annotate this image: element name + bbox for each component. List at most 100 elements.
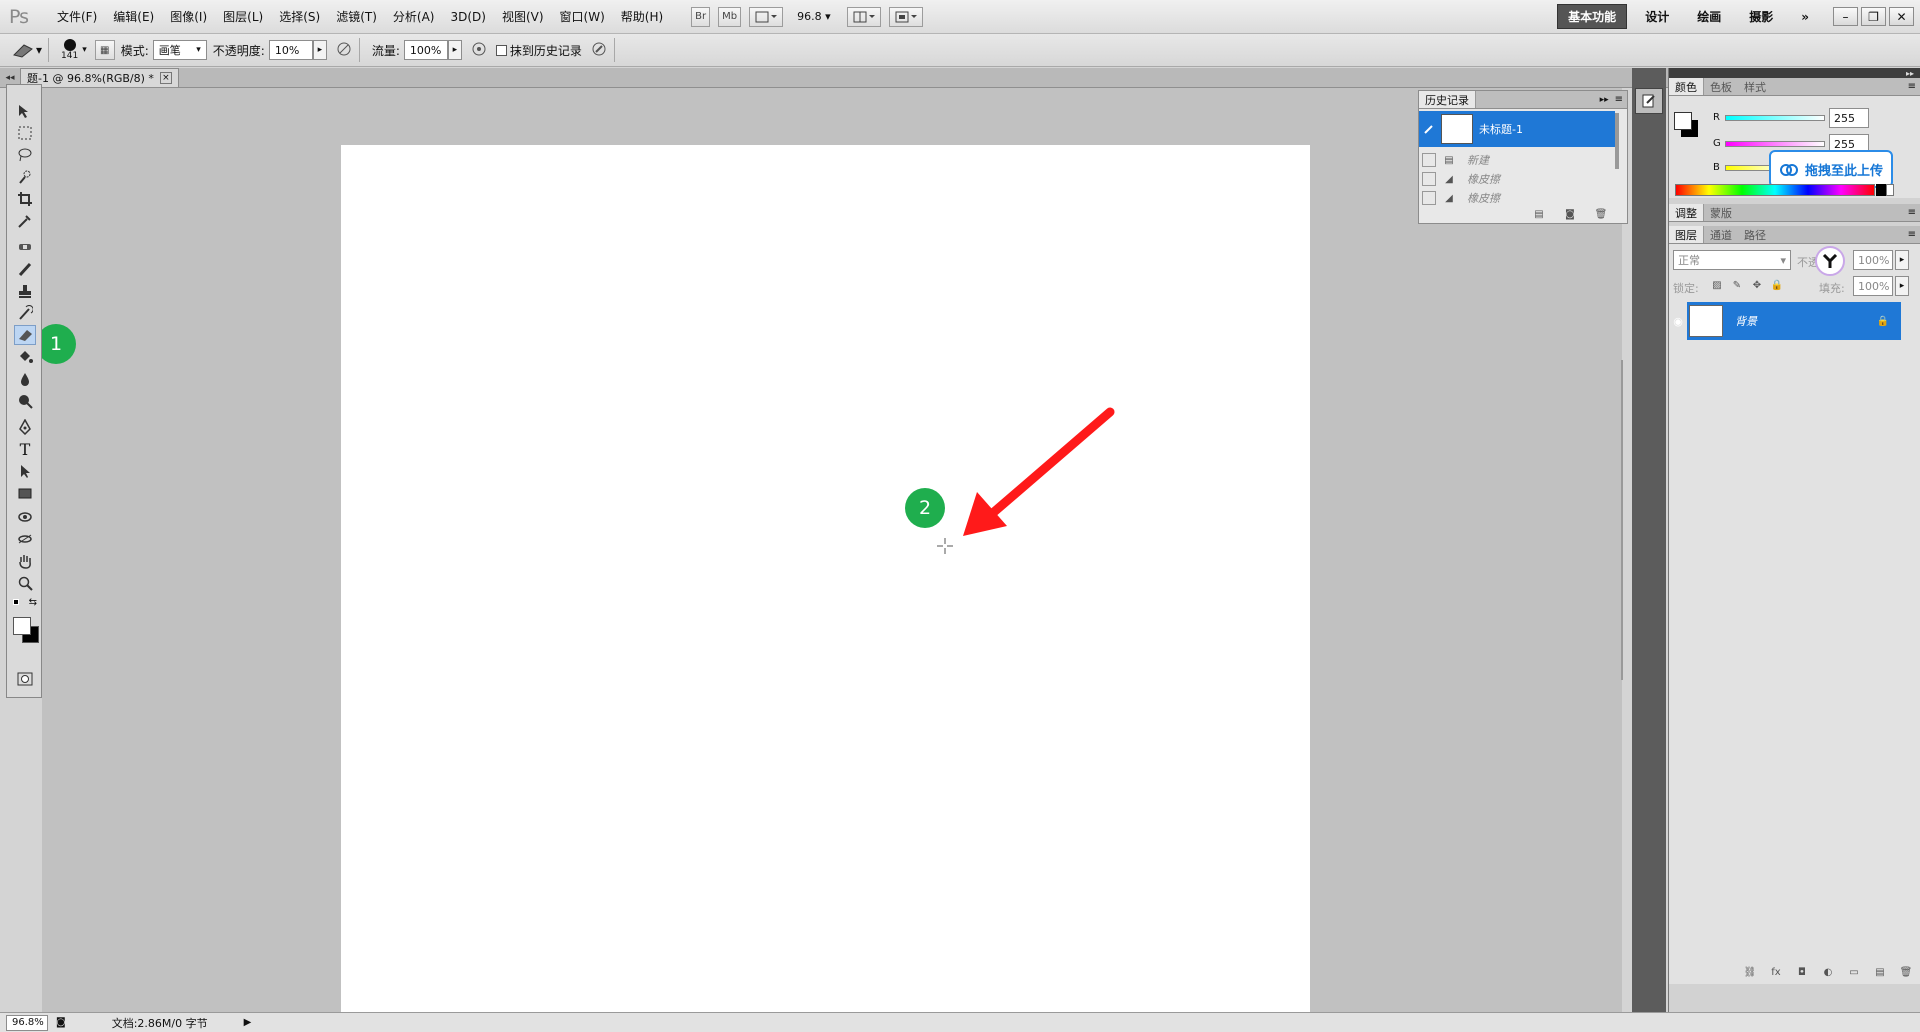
dodge-tool[interactable] — [14, 391, 36, 411]
swap-colors-icon[interactable]: ⇆ — [29, 597, 37, 608]
restore-button[interactable]: ❐ — [1861, 7, 1886, 26]
airbrush-pressure-toggle[interactable] — [335, 40, 353, 61]
move-tool[interactable] — [14, 101, 36, 121]
menu-layer[interactable]: 图层(L) — [215, 0, 271, 34]
lasso-tool[interactable] — [14, 145, 36, 165]
flow-input[interactable]: 100% — [403, 40, 448, 60]
layer-opacity-slider-toggle[interactable]: ▸ — [1895, 250, 1909, 270]
tool-preset-picker[interactable]: ▾ — [10, 41, 42, 59]
history-source-checkbox[interactable] — [1422, 172, 1436, 186]
collapse-toolbox-icon[interactable]: ◂◂ — [0, 73, 20, 83]
opacity-slider-toggle[interactable]: ▸ — [312, 40, 327, 60]
menu-filter[interactable]: 滤镜(T) — [328, 0, 385, 34]
document-tab[interactable]: 题-1 @ 96.8%(RGB/8) * × — [20, 68, 179, 87]
vertical-scrollbar[interactable] — [1621, 360, 1623, 680]
tab-channels[interactable]: 通道 — [1704, 226, 1738, 243]
new-document-from-state-icon[interactable]: ▤ — [1532, 207, 1546, 221]
menu-3d[interactable]: 3D(D) — [442, 0, 493, 34]
marquee-tool[interactable] — [14, 123, 36, 143]
camera-icon[interactable]: ◙ — [1563, 207, 1577, 221]
zoom-level-menu[interactable]: 96.8 ▾ — [797, 10, 831, 23]
channel-r-slider[interactable] — [1725, 115, 1825, 121]
document-canvas[interactable] — [341, 145, 1310, 1014]
blur-tool[interactable] — [14, 369, 36, 389]
tab-adjustments[interactable]: 调整 — [1669, 204, 1704, 221]
paint-bucket-tool[interactable] — [14, 347, 36, 367]
3d-rotate-tool[interactable] — [14, 507, 36, 527]
tab-swatches[interactable]: 色板 — [1704, 78, 1738, 95]
layer-opacity-input[interactable]: 100% — [1853, 250, 1893, 270]
panel-menu-icon[interactable]: ≡ — [1908, 229, 1916, 240]
lock-pixels-icon[interactable]: ✎ — [1730, 278, 1744, 292]
dock-history-button[interactable] — [1635, 88, 1663, 114]
workspace-painting[interactable]: 绘画 — [1687, 5, 1731, 28]
menu-select[interactable]: 选择(S) — [271, 0, 328, 34]
history-source-checkbox[interactable] — [1422, 191, 1436, 205]
type-tool[interactable]: T — [14, 439, 36, 459]
history-source-checkbox[interactable] — [1422, 153, 1436, 167]
zoom-tool[interactable] — [14, 573, 36, 593]
history-snapshot[interactable]: 未标题-1 — [1419, 111, 1615, 147]
quick-mask-button[interactable] — [14, 669, 36, 689]
screen-mode-button[interactable] — [888, 6, 923, 27]
tab-paths[interactable]: 路径 — [1738, 226, 1772, 243]
view-extras-button[interactable] — [749, 6, 784, 27]
close-button[interactable]: ✕ — [1889, 7, 1914, 26]
eyedropper-tool[interactable] — [14, 211, 36, 231]
menu-image[interactable]: 图像(I) — [162, 0, 215, 34]
mode-select[interactable]: 画笔 ▾ — [152, 40, 207, 60]
channel-r-input[interactable]: 255 — [1829, 108, 1869, 128]
erase-history-option[interactable]: 抹到历史记录 — [495, 42, 582, 59]
white-swatch[interactable] — [1886, 184, 1894, 196]
default-colors-icon[interactable] — [13, 599, 19, 605]
menu-view[interactable]: 视图(V) — [494, 0, 552, 34]
airbrush-toggle[interactable] — [470, 40, 488, 61]
tab-history[interactable]: 历史记录 — [1419, 91, 1476, 108]
brush-panel-toggle[interactable]: ▦ — [94, 40, 115, 60]
workspace-essentials[interactable]: 基本功能 — [1557, 4, 1628, 29]
history-state-row[interactable]: ◢ 橡皮擦 — [1419, 189, 1615, 207]
layer-row[interactable]: ◉ 背景 🔒 — [1669, 302, 1901, 340]
eraser-tool[interactable] — [14, 325, 36, 345]
brush-picker-arrow-icon[interactable]: ▾ — [82, 45, 87, 55]
channel-g-slider[interactable] — [1725, 141, 1825, 147]
opacity-input[interactable]: 10% — [268, 40, 313, 60]
status-zoom-input[interactable]: 96.8% — [6, 1014, 48, 1031]
history-brush-source-icon[interactable] — [1419, 123, 1439, 135]
panel-menu-icon[interactable]: ≡ — [1908, 81, 1916, 92]
bridge-button[interactable]: Br — [691, 6, 711, 27]
layer-visibility-toggle[interactable]: ◉ — [1669, 302, 1687, 340]
layer-mask-icon[interactable]: ◘ — [1795, 965, 1809, 979]
workspace-design[interactable]: 设计 — [1635, 5, 1679, 28]
panel-collapse-icon[interactable]: ▸▸ — [1906, 69, 1914, 78]
menu-help[interactable]: 帮助(H) — [613, 0, 671, 34]
fill-slider-toggle[interactable]: ▸ — [1895, 276, 1909, 296]
history-scrollbar[interactable] — [1615, 113, 1619, 169]
layer-style-icon[interactable]: fx — [1769, 965, 1783, 979]
color-spectrum-bar[interactable] — [1675, 184, 1875, 196]
mini-bridge-button[interactable]: Mb — [718, 6, 742, 27]
hand-tool[interactable] — [14, 551, 36, 571]
brush-tool[interactable] — [14, 259, 36, 279]
foreground-color-box[interactable] — [1674, 112, 1692, 130]
new-group-icon[interactable]: ▭ — [1847, 965, 1861, 979]
trash-icon[interactable]: 🗑 — [1594, 207, 1608, 221]
panel-collapse-icon[interactable]: ▸▸ — [1600, 95, 1609, 105]
erase-history-checkbox[interactable] — [495, 44, 507, 56]
minimize-button[interactable]: – — [1833, 7, 1858, 26]
pen-tool[interactable] — [14, 417, 36, 437]
tablet-pressure-toggle[interactable] — [590, 40, 608, 61]
history-state-row[interactable]: ▤ 新建 — [1419, 151, 1615, 169]
lock-transparency-icon[interactable]: ▨ — [1710, 278, 1724, 292]
trash-icon[interactable]: 🗑 — [1899, 965, 1913, 979]
yi-assistant-icon[interactable] — [1815, 246, 1845, 276]
path-selection-tool[interactable] — [14, 461, 36, 481]
crop-tool[interactable] — [14, 189, 36, 209]
tab-layers[interactable]: 图层 — [1669, 226, 1704, 243]
tab-masks[interactable]: 蒙版 — [1704, 204, 1738, 221]
blend-mode-select[interactable]: 正常 ▾ — [1673, 250, 1791, 270]
menu-window[interactable]: 窗口(W) — [552, 0, 613, 34]
panel-menu-icon[interactable]: ≡ — [1615, 94, 1623, 105]
lock-position-icon[interactable]: ✥ — [1750, 278, 1764, 292]
foreground-color-swatch[interactable] — [13, 617, 31, 635]
